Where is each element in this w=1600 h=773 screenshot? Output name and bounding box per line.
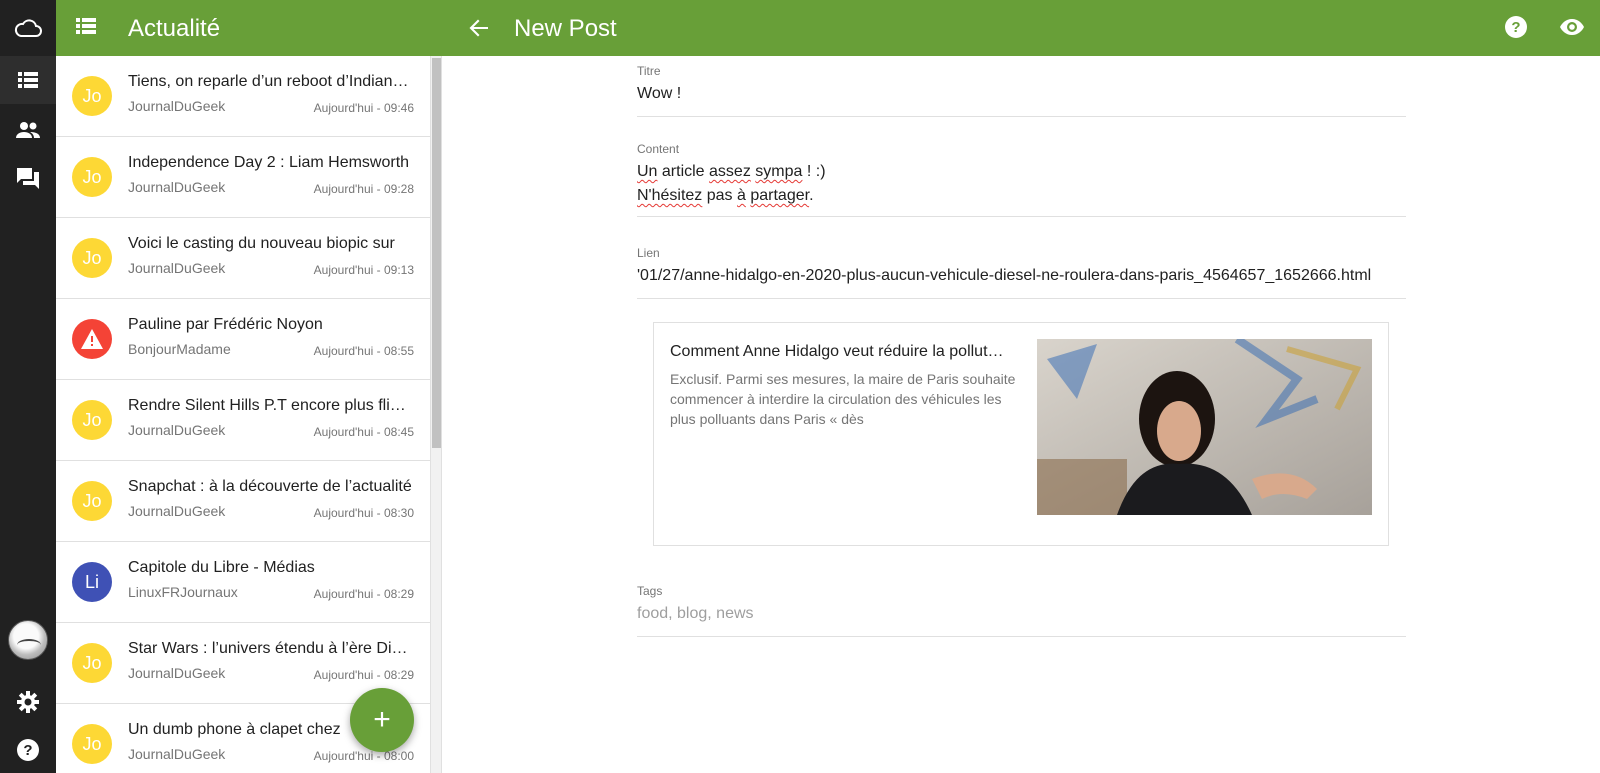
source-avatar: Jo [72, 481, 112, 521]
preview-eye-icon[interactable] [1560, 18, 1584, 41]
link-input[interactable]: '01/27/anne-hidalgo-en-2020-plus-aucun-v… [637, 264, 1406, 288]
link-field[interactable]: Lien '01/27/anne-hidalgo-en-2020-plus-au… [637, 246, 1406, 299]
item-time: Aujourd'hui - 08:30 [313, 506, 414, 520]
svg-text:?: ? [23, 742, 32, 759]
link-label: Lien [637, 246, 660, 260]
feed-title: Actualité [128, 15, 221, 42]
item-time: Aujourd'hui - 08:29 [313, 668, 414, 682]
help-icon[interactable]: ? [0, 726, 56, 773]
item-source: JournalDuGeek [128, 503, 226, 519]
preview-title: Comment Anne Hidalgo veut réduire la pol… [670, 343, 1006, 360]
list-item[interactable]: Jo Voici le casting du nouveau biopic su… [56, 218, 430, 299]
list-item[interactable]: Jo Tiens, on reparle d’un reboot d’India… [56, 56, 430, 137]
item-source: JournalDuGeek [128, 422, 226, 438]
item-time: Aujourd'hui - 09:28 [313, 182, 414, 196]
tags-label: Tags [637, 584, 663, 598]
source-avatar: Jo [72, 238, 112, 278]
item-title: Capitole du Libre - Médias [128, 559, 315, 576]
item-title: Pauline par Frédéric Noyon [128, 316, 323, 333]
svg-text:?: ? [1511, 19, 1520, 36]
item-time: Aujourd'hui - 08:55 [313, 344, 414, 358]
item-title: Voici le casting du nouveau biopic sur [128, 235, 395, 252]
tags-field[interactable]: Tags food, blog, news [637, 584, 1406, 637]
app-rail: ? [0, 0, 56, 773]
item-title: Snapchat : à la découverte de l’actualit… [128, 478, 412, 495]
feed-list-icon[interactable] [0, 56, 56, 104]
item-source: JournalDuGeek [128, 746, 226, 762]
source-avatar: Jo [72, 157, 112, 197]
source-avatar: Jo [72, 724, 112, 764]
content-label: Content [637, 142, 680, 156]
list-view-icon[interactable] [76, 16, 96, 41]
list-item[interactable]: Pauline par Frédéric Noyon BonjourMadame… [56, 299, 430, 380]
list-item[interactable]: Li Capitole du Libre - Médias LinuxFRJou… [56, 542, 430, 623]
user-avatar[interactable] [8, 620, 48, 660]
settings-icon[interactable] [0, 678, 56, 726]
content-textarea[interactable]: Un article assez sympa ! :) N'hésitez pa… [637, 160, 1406, 208]
editor-title: New Post [514, 15, 617, 42]
list-item[interactable]: Jo Snapchat : à la découverte de l’actua… [56, 461, 430, 542]
people-icon[interactable] [0, 106, 56, 154]
back-arrow-icon[interactable] [468, 17, 490, 44]
cloud-icon[interactable] [0, 4, 56, 52]
feed-list: Jo Tiens, on reparle d’un reboot d’India… [56, 56, 430, 773]
item-source: LinuxFRJournaux [128, 584, 238, 600]
item-time: Aujourd'hui - 09:46 [313, 101, 414, 115]
item-source: JournalDuGeek [128, 665, 226, 681]
item-title: Rendre Silent Hills P.T encore plus flip… [128, 397, 414, 414]
source-avatar: Jo [72, 76, 112, 116]
source-avatar: Li [72, 562, 112, 602]
add-post-button[interactable]: + [350, 688, 414, 752]
item-source: JournalDuGeek [128, 260, 226, 276]
title-label: Titre [637, 64, 661, 78]
item-time: Aujourd'hui - 09:13 [313, 263, 414, 277]
source-avatar: Jo [72, 643, 112, 683]
item-source: BonjourMadame [128, 341, 231, 357]
list-item[interactable]: Jo Rendre Silent Hills P.T encore plus f… [56, 380, 430, 461]
preview-description: Exclusif. Parmi ses mesures, la maire de… [670, 371, 1016, 427]
link-preview-card[interactable]: Comment Anne Hidalgo veut réduire la pol… [653, 322, 1389, 546]
list-item[interactable]: Jo Independence Day 2 : Liam Hemsworth J… [56, 137, 430, 218]
source-avatar: Jo [72, 400, 112, 440]
item-title: Star Wars : l’univers étendu à l’ère Dis… [128, 640, 414, 657]
scroll-thumb[interactable] [432, 58, 441, 448]
item-time: Aujourd'hui - 08:00 [313, 749, 414, 763]
item-source: JournalDuGeek [128, 98, 226, 114]
content-line-2: N'hésitez pas à partager. [637, 187, 814, 204]
tags-input[interactable]: food, blog, news [637, 602, 1406, 626]
content-field[interactable]: Content Un article assez sympa ! :) N'hé… [637, 142, 1406, 217]
item-title: Independence Day 2 : Liam Hemsworth [128, 154, 410, 171]
feed-header: Actualité [56, 0, 442, 56]
item-time: Aujourd'hui - 08:29 [313, 587, 414, 601]
feed-scrollbar[interactable] [430, 56, 442, 773]
item-source: JournalDuGeek [128, 179, 226, 195]
title-input[interactable]: Wow ! [637, 82, 1406, 106]
item-title: Tiens, on reparle d’un reboot d’Indiana … [128, 73, 414, 90]
warning-icon [72, 319, 112, 359]
item-time: Aujourd'hui - 08:45 [313, 425, 414, 439]
forum-icon[interactable] [0, 154, 56, 202]
help-circle-icon[interactable]: ? [1505, 16, 1527, 43]
preview-image [1037, 339, 1372, 515]
title-field[interactable]: Titre Wow ! [637, 64, 1406, 117]
content-line-1: Un article assez sympa ! :) [637, 163, 826, 180]
